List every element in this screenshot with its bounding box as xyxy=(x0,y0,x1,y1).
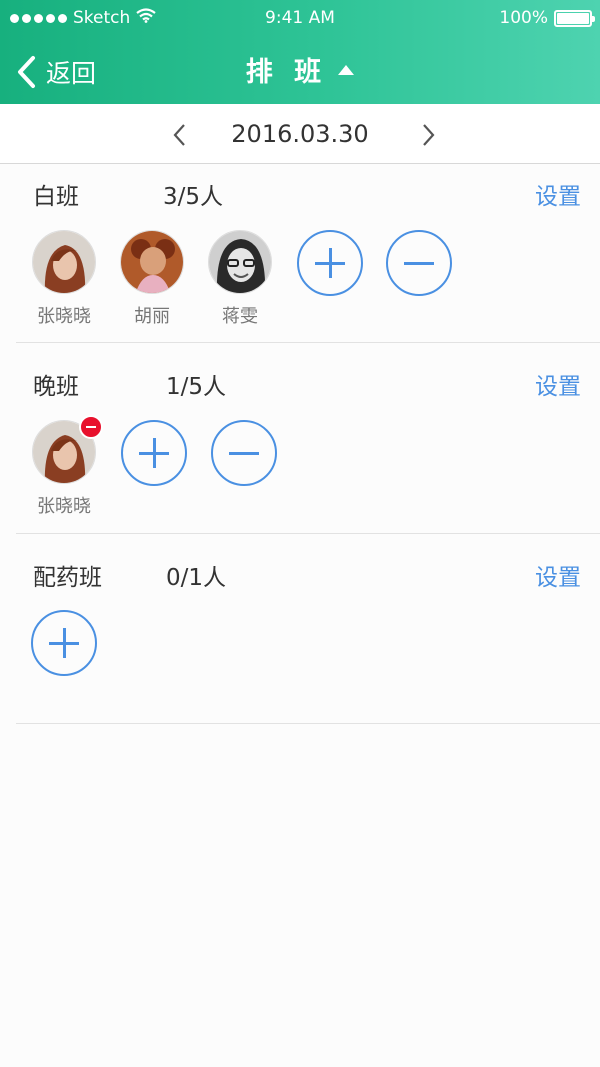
shift-settings-button[interactable]: 设置 xyxy=(535,177,581,211)
add-member-button[interactable] xyxy=(121,420,187,486)
shift-section-night: 晚班 1/5人 设置 张晓晓 xyxy=(0,355,600,533)
shift-count: 1/5人 xyxy=(166,374,227,400)
shift-count: 0/1人 xyxy=(166,565,227,591)
remove-member-button[interactable] xyxy=(386,230,452,296)
remove-member-button[interactable] xyxy=(211,420,277,486)
add-member-button[interactable] xyxy=(31,610,97,676)
title-dropdown[interactable]: 排 班 xyxy=(0,50,600,89)
member-name: 蒋雯 xyxy=(222,306,258,327)
shift-settings-button[interactable]: 设置 xyxy=(535,367,581,401)
shift-name: 晚班 xyxy=(33,374,79,400)
divider xyxy=(16,342,600,343)
divider xyxy=(16,533,600,534)
member-item[interactable]: 张晓晓 xyxy=(26,415,103,518)
add-member-button[interactable] xyxy=(297,230,363,296)
member-name: 张晓晓 xyxy=(37,306,91,327)
nav-header: Sketch 9:41 AM 100% 返回 排 班 xyxy=(0,0,600,104)
shift-section-pharmacy: 配药班 0/1人 设置 xyxy=(0,546,600,724)
caret-up-icon xyxy=(338,64,355,75)
avatar xyxy=(120,230,184,294)
battery-percentage: 100% xyxy=(499,8,548,28)
member-name: 胡丽 xyxy=(134,306,170,327)
battery-icon xyxy=(554,9,595,27)
shift-count: 3/5人 xyxy=(163,184,224,210)
shift-name: 白班 xyxy=(33,184,79,210)
current-date: 2016.03.30 xyxy=(231,120,369,148)
member-name: 张晓晓 xyxy=(37,496,91,517)
divider xyxy=(16,723,600,724)
member-item[interactable]: 胡丽 xyxy=(114,230,190,328)
avatar xyxy=(32,230,96,294)
member-item[interactable]: 蒋雯 xyxy=(202,230,278,328)
battery-status: 100% xyxy=(499,8,595,28)
page-title: 排 班 xyxy=(245,57,328,88)
date-bar: 2016.03.30 xyxy=(0,104,600,164)
shift-name: 配药班 xyxy=(33,565,102,591)
avatar xyxy=(32,415,103,484)
shift-settings-button[interactable]: 设置 xyxy=(535,558,581,592)
remove-badge-icon[interactable] xyxy=(79,415,103,439)
avatar xyxy=(208,230,272,294)
member-item[interactable]: 张晓晓 xyxy=(26,230,102,328)
status-bar: Sketch 9:41 AM 100% xyxy=(0,0,600,36)
shift-section-day: 白班 3/5人 设置 张晓晓 胡丽 蒋雯 xyxy=(0,165,600,343)
chevron-right-icon[interactable] xyxy=(414,120,442,150)
